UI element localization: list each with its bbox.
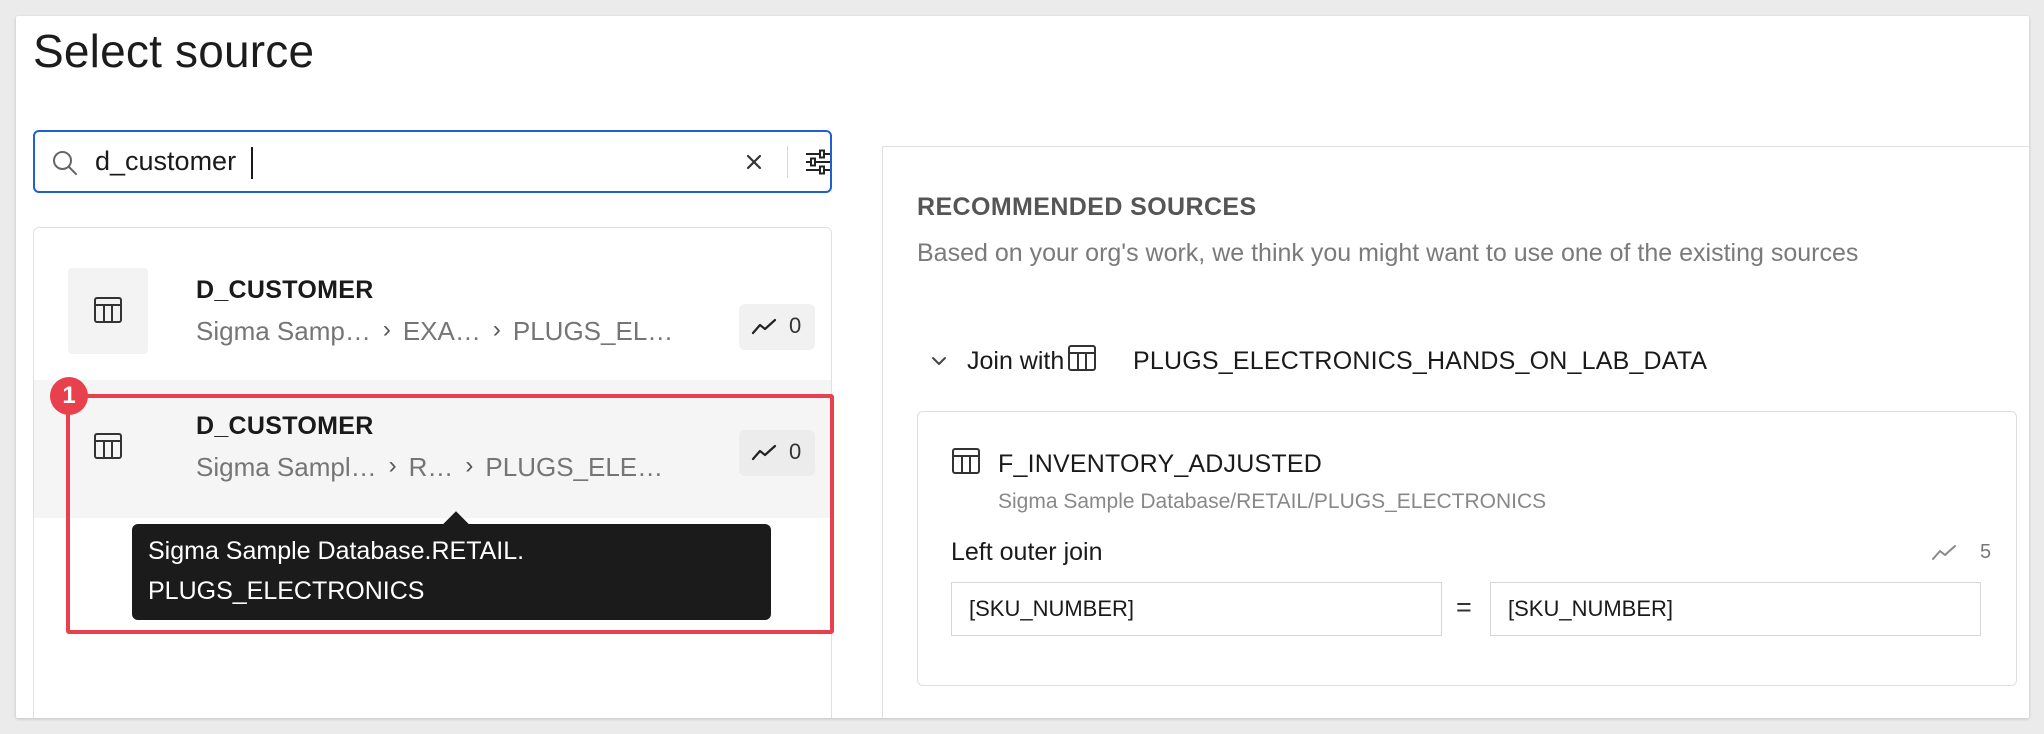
chevron-down-icon [932,357,946,365]
result-path: Sigma Samp… › EXA… › PLUGS_EL… [196,316,673,347]
trend-icon [1932,545,1956,560]
path-segment: Sigma Samp… [196,316,371,346]
left-join-key[interactable]: [SKU_NUMBER] [951,582,1442,636]
join-table-name: PLUGS_ELECTRONICS_HANDS_ON_LAB_DATA [1133,347,1708,375]
path-segment: PLUGS_EL… [512,316,674,346]
search-icon [53,151,77,175]
filter-settings-icon[interactable] [803,147,833,177]
usage-count: 0 [789,313,802,338]
table-icon [952,448,980,474]
search-box[interactable]: d_customer [33,130,832,193]
tooltip-line: PLUGS_ELECTRONICS [148,577,425,605]
result-name: D_CUSTOMER [196,276,374,304]
recommended-subtitle: Based on your org's work, we think you m… [917,239,1859,267]
join-operator: = [1456,592,1472,622]
tooltip-line: Sigma Sample Database.RETAIL. [148,537,525,565]
clear-icon[interactable] [740,148,768,176]
table-icon [94,297,122,323]
recommended-sources-pane: RECOMMENDED SOURCES Based on your org's … [882,146,2029,718]
step-badge: 1 [50,377,88,415]
card-table-name: F_INVENTORY_ADJUSTED [998,450,1322,478]
text-caret [251,147,253,179]
join-type: Left outer join [951,538,1103,566]
usage-badge: 0 [739,304,815,350]
usage-count: 5 [1980,541,1992,563]
search-input[interactable]: d_customer [95,142,705,182]
path-tooltip: Sigma Sample Database.RETAIL. PLUGS_ELEC… [132,511,771,620]
card-table-path: Sigma Sample Database/RETAIL/PLUGS_ELECT… [998,490,1547,513]
table-thumbnail [68,268,148,354]
recommended-title: RECOMMENDED SOURCES [917,193,1257,221]
list-item[interactable]: D_CUSTOMER Sigma Samp… › EXA… › PLUGS_EL… 0 [34,244,831,376]
select-source-dialog: Select source d_customer D_CUSTOMER Sigm… [16,16,2029,718]
search-divider [787,146,788,178]
trend-icon [751,318,777,335]
right-join-key[interactable]: [SKU_NUMBER] [1490,582,1981,636]
join-with-label: Join with [967,347,1065,375]
recommended-join-card[interactable]: F_INVENTORY_ADJUSTED Sigma Sample Databa… [917,411,2017,686]
path-segment: EXA… [402,316,481,346]
chevron-right-icon: › [492,316,501,343]
page-title: Select source [33,25,315,77]
chevron-right-icon: › [382,316,391,343]
table-icon [1068,345,1096,371]
